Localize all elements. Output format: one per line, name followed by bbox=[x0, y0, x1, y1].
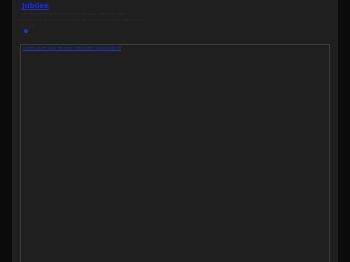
main-content: Jubilee Fim diam sollici tudin curus lor… bbox=[12, 0, 338, 262]
embedded-frame[interactable]: Lorem ipsum dolor sit amet consectetur a… bbox=[20, 44, 330, 262]
site-logo-link[interactable]: Jubilee bbox=[22, 2, 49, 10]
bullet-dot-icon[interactable] bbox=[24, 29, 28, 33]
page: Jubilee Fim diam sollici tudin curus lor… bbox=[0, 0, 350, 262]
site-description: Fim diam sollici tudin curus lorem ac la… bbox=[20, 12, 143, 28]
left-margin bbox=[0, 0, 12, 262]
frame-link[interactable]: Lorem ipsum dolor sit amet consectetur a… bbox=[23, 46, 121, 50]
right-margin bbox=[338, 0, 350, 262]
